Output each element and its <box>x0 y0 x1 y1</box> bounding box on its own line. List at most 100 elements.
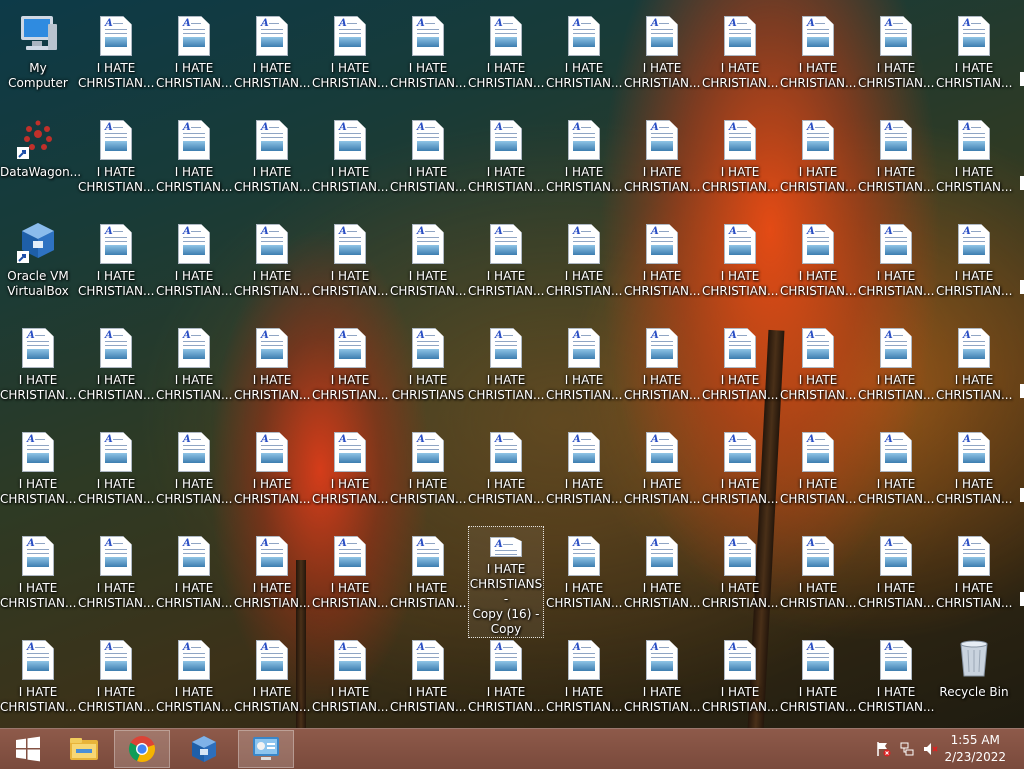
file-icon[interactable]: A I HATE CHRISTIAN... <box>780 6 856 106</box>
file-icon[interactable]: A I HATE CHRISTIAN... <box>0 526 76 626</box>
file-icon[interactable]: A I HATE CHRISTIAN... <box>390 110 466 210</box>
file-icon[interactable]: A I HATE CHRISTIAN... <box>234 526 310 626</box>
file-icon[interactable]: A I HATE CHRISTIAN... <box>936 6 1012 106</box>
file-icon[interactable]: A I HATE CHRISTIAN... <box>858 6 934 106</box>
file-icon[interactable]: A I HATE CHRISTIAN... <box>468 422 544 522</box>
file-icon[interactable]: A I HATE CHRISTIAN... <box>546 110 622 210</box>
file-icon[interactable]: A I HATE CHRISTIAN... <box>390 422 466 522</box>
file-icon[interactable]: A I HATE CHRISTIAN... <box>78 526 154 626</box>
file-icon[interactable]: A I HATE CHRISTIAN... <box>780 214 856 314</box>
file-icon[interactable]: A I HATE CHRISTIAN... <box>312 318 388 418</box>
recycle-bin[interactable]: Recycle Bin <box>936 630 1012 730</box>
file-icon[interactable]: A I HATE CHRISTIAN... <box>390 6 466 106</box>
file-icon[interactable]: A I HATE CHRISTIAN... <box>156 526 232 626</box>
file-icon[interactable]: A I HATE CHRISTIAN... <box>858 318 934 418</box>
file-icon[interactable]: A I HATE CHRISTIAN... <box>546 422 622 522</box>
file-icon[interactable]: A I HATE CHRISTIAN... <box>624 214 700 314</box>
control-panel-button[interactable] <box>238 730 294 768</box>
file-icon[interactable]: A I HATE CHRISTIAN... <box>78 630 154 730</box>
file-icon[interactable]: A I HATE CHRISTIAN... <box>936 110 1012 210</box>
file-icon[interactable]: A I HATE CHRISTIAN... <box>702 214 778 314</box>
file-icon[interactable]: A I HATE CHRISTIAN... <box>780 318 856 418</box>
file-icon[interactable]: A I HATE CHRISTIAN... <box>156 630 232 730</box>
file-icon[interactable]: A I HATE CHRISTIAN... <box>468 318 544 418</box>
file-icon[interactable]: A I HATE CHRISTIAN... <box>936 422 1012 522</box>
file-icon[interactable]: A I HATE CHRISTIAN... <box>780 630 856 730</box>
file-icon[interactable]: A I HATE CHRISTIAN... <box>936 526 1012 626</box>
virtualbox-button[interactable] <box>176 730 232 768</box>
file-icon[interactable]: A I HATE CHRISTIAN... <box>546 630 622 730</box>
file-icon[interactable]: A I HATE CHRISTIAN... <box>390 214 466 314</box>
file-icon[interactable]: A I HATE CHRISTIAN... <box>702 526 778 626</box>
file-icon[interactable]: A I HATE CHRISTIAN... <box>624 422 700 522</box>
file-icon[interactable]: A I HATE CHRISTIAN... <box>312 6 388 106</box>
file-icon[interactable]: A I HATE CHRISTIAN... <box>312 526 388 626</box>
file-icon[interactable]: A I HATE CHRISTIAN... <box>468 630 544 730</box>
file-icon[interactable]: A I HATE CHRISTIAN... <box>234 422 310 522</box>
file-icon[interactable]: A I HATE CHRISTIAN... <box>78 6 154 106</box>
file-icon[interactable]: A I HATE CHRISTIAN... <box>624 526 700 626</box>
file-icon[interactable]: A I HATE CHRISTIAN... <box>624 318 700 418</box>
file-icon[interactable]: A I HATE CHRISTIAN... <box>156 214 232 314</box>
file-icon[interactable]: A I HATE CHRISTIAN... <box>624 6 700 106</box>
file-icon[interactable]: A I HATE CHRISTIAN... <box>624 110 700 210</box>
file-icon[interactable]: A I HATE CHRISTIAN... <box>78 110 154 210</box>
file-icon[interactable]: A I HATE CHRISTIAN... <box>156 422 232 522</box>
file-icon[interactable]: A I HATE CHRISTIAN... <box>234 318 310 418</box>
file-icon[interactable]: A I HATE CHRISTIAN... <box>468 6 544 106</box>
file-icon[interactable]: A I HATE CHRISTIAN... <box>858 526 934 626</box>
chrome-button[interactable] <box>114 730 170 768</box>
file-icon[interactable]: A I HATE CHRISTIAN... <box>234 214 310 314</box>
file-icon[interactable]: A I HATE CHRISTIAN... <box>702 630 778 730</box>
datawagon-icon[interactable]: DataWagon... <box>0 110 81 210</box>
file-icon[interactable]: A I HATE CHRISTIAN... <box>858 214 934 314</box>
file-icon[interactable]: A I HATE CHRISTIAN... <box>858 630 934 730</box>
file-icon[interactable]: A I HATE CHRISTIAN... <box>624 630 700 730</box>
file-icon[interactable]: A I HATE CHRISTIAN... <box>546 318 622 418</box>
file-icon[interactable]: A I HATE CHRISTIAN... <box>234 630 310 730</box>
file-icon[interactable]: A I HATE CHRISTIAN... <box>858 110 934 210</box>
desktop[interactable]: My Computer A I HATE CHRISTIAN... A I HATE C… <box>0 0 1024 728</box>
file-icon[interactable]: A I HATE CHRISTIAN... <box>312 214 388 314</box>
file-icon[interactable]: A I HATE CHRISTIAN... <box>546 526 622 626</box>
virtualbox-icon[interactable]: Oracle VM VirtualBox <box>0 214 76 314</box>
file-icon[interactable]: A I HATE CHRISTIAN... <box>702 6 778 106</box>
file-icon[interactable]: A I HATE CHRISTIAN... <box>390 526 466 626</box>
file-icon[interactable]: A I HATE CHRISTIAN... <box>78 422 154 522</box>
file-icon[interactable]: A I HATE CHRISTIAN... <box>858 422 934 522</box>
file-icon[interactable]: A I HATE CHRISTIAN... <box>936 214 1012 314</box>
file-icon[interactable]: A I HATE CHRISTIAN... <box>780 110 856 210</box>
file-icon[interactable]: A I HATE CHRISTIAN... <box>78 318 154 418</box>
start-button[interactable] <box>0 730 56 768</box>
my-computer-icon[interactable]: My Computer <box>0 6 76 106</box>
file-icon[interactable]: A I HATE CHRISTIAN... <box>702 318 778 418</box>
taskbar-clock[interactable]: 1:55 AM 2/23/2022 <box>944 732 1006 766</box>
file-icon-selected[interactable]: A I HATE CHRISTIANS - Copy (16) - Copy <box>468 526 544 638</box>
action-center-flag-icon[interactable] <box>875 741 891 757</box>
file-icon[interactable]: A I HATE CHRISTIAN... <box>468 214 544 314</box>
file-icon[interactable]: A I HATE CHRISTIAN... <box>390 630 466 730</box>
file-icon[interactable]: A I HATE CHRISTIAN... <box>0 422 76 522</box>
volume-muted-icon[interactable] <box>922 741 938 757</box>
file-icon[interactable]: A I HATE CHRISTIAN... <box>312 630 388 730</box>
file-icon[interactable]: A I HATE CHRISTIAN... <box>156 110 232 210</box>
file-explorer-button[interactable] <box>56 730 112 768</box>
file-icon[interactable]: A I HATE CHRISTIAN... <box>156 318 232 418</box>
file-icon[interactable]: A I HATE CHRISTIAN... <box>312 110 388 210</box>
file-icon[interactable]: A I HATE CHRISTIAN... <box>0 630 76 730</box>
file-icon[interactable]: A I HATE CHRISTIAN... <box>780 526 856 626</box>
file-icon[interactable]: A I HATE CHRISTIAN... <box>468 110 544 210</box>
file-icon[interactable]: A I HATE CHRISTIAN... <box>156 6 232 106</box>
file-icon[interactable]: A I HATE CHRISTIAN... <box>312 422 388 522</box>
file-icon[interactable]: A I HATE CHRISTIAN... <box>546 214 622 314</box>
file-icon[interactable]: A I HATE CHRISTIAN... <box>702 110 778 210</box>
file-icon[interactable]: A I HATE CHRISTIAN... <box>546 6 622 106</box>
file-icon[interactable]: A I HATE CHRISTIAN... <box>936 318 1012 418</box>
file-icon[interactable]: A I HATE CHRISTIAN... <box>78 214 154 314</box>
file-icon[interactable]: A I HATE CHRISTIAN... <box>780 422 856 522</box>
file-icon[interactable]: A I HATE CHRISTIAN... <box>234 6 310 106</box>
file-icon[interactable]: A I HATE CHRISTIANS <box>390 318 466 418</box>
file-icon[interactable]: A I HATE CHRISTIAN... <box>234 110 310 210</box>
file-icon[interactable]: A I HATE CHRISTIAN... <box>0 318 76 418</box>
file-icon[interactable]: A I HATE CHRISTIAN... <box>702 422 778 522</box>
